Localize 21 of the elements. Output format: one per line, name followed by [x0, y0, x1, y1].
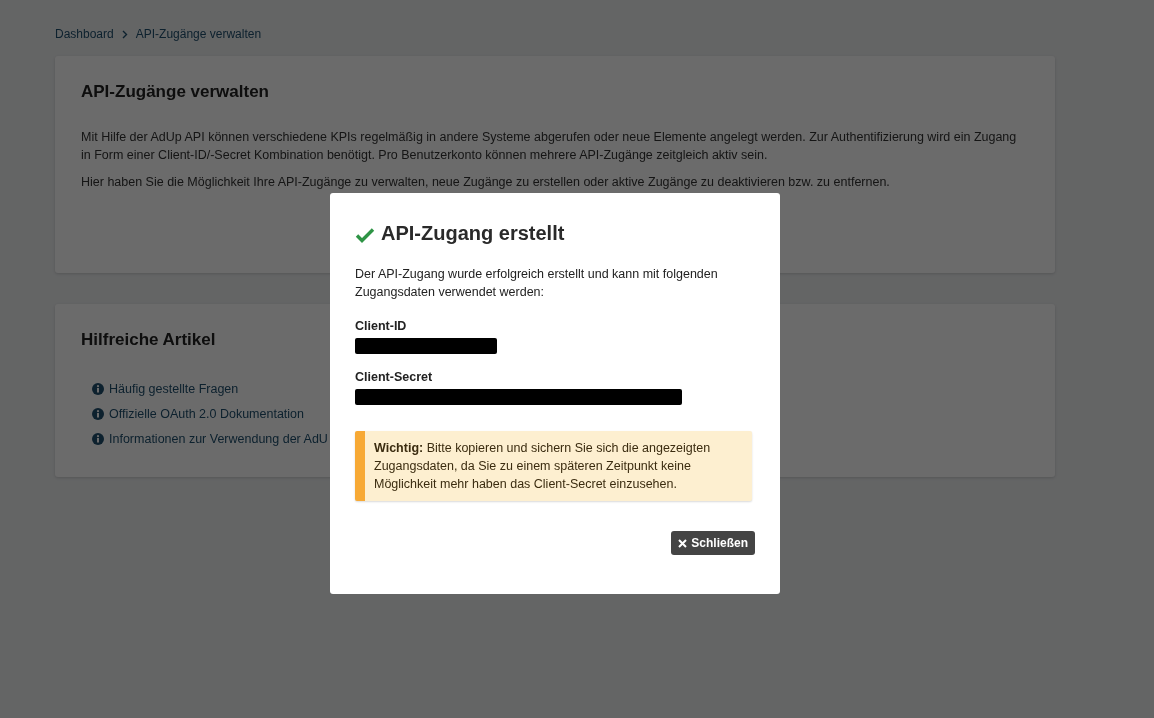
card-title: Hilfreiche Artikel [81, 330, 216, 350]
close-icon [678, 538, 688, 548]
breadcrumb-link[interactable]: API-Zugänge verwalten [135, 27, 262, 41]
field-label: Client-Secret [355, 370, 434, 384]
info-icon [92, 382, 104, 395]
breadcrumb-link[interactable]: Dashboard [55, 27, 114, 41]
chevron-icon [121, 29, 128, 39]
paragraph: Mit Hilfe der AdUp API können verschiedene KPIs regelmäßig in andere Systeme abgerufen oder neue Elemente angelegt werden. Zur Authentifizierung wird ein Zugang in Form einer Client-ID/-Secret Kombination benötigt. Pro Benutzerkonto können mehrere API-Zugänge zeitgleich aktiv sein. [81, 129, 1018, 164]
dialog-message: Der API-Zugang wurde erfolgreich erstellt und kann mit folgenden Zugangsdaten verwendet werden: [355, 266, 719, 301]
close-button[interactable]: Schließen [671, 531, 755, 555]
article-link[interactable]: Offizielle OAuth 2.0 Dokumentation [109, 406, 304, 421]
article-link[interactable]: Häufig gestellte Fragen [109, 381, 239, 396]
info-icon [92, 407, 104, 420]
paragraph: Hier haben Sie die Möglichkeit Ihre API-Zugänge zu verwalten, neue Zugänge zu erstellen oder aktive Zugänge zu deaktivieren bzw. zu entfernen. [81, 174, 891, 191]
dialog-title: API-Zugang erstellt [381, 222, 565, 245]
warning-text: Wichtig: Bitte kopieren und sichern Sie sich die angezeigten Zugangsdaten, da Sie zu einem späteren Zeitpunkt keine Möglichkeit mehr haben das Client-Secret einzusehen. [374, 440, 712, 493]
info-icon [92, 432, 104, 445]
check-icon [355, 226, 375, 243]
card-title: API-Zugänge verwalten [81, 82, 269, 102]
field-label: Client-ID [355, 319, 408, 333]
article-link[interactable]: Informationen zur Verwendung der AdU [109, 431, 328, 446]
